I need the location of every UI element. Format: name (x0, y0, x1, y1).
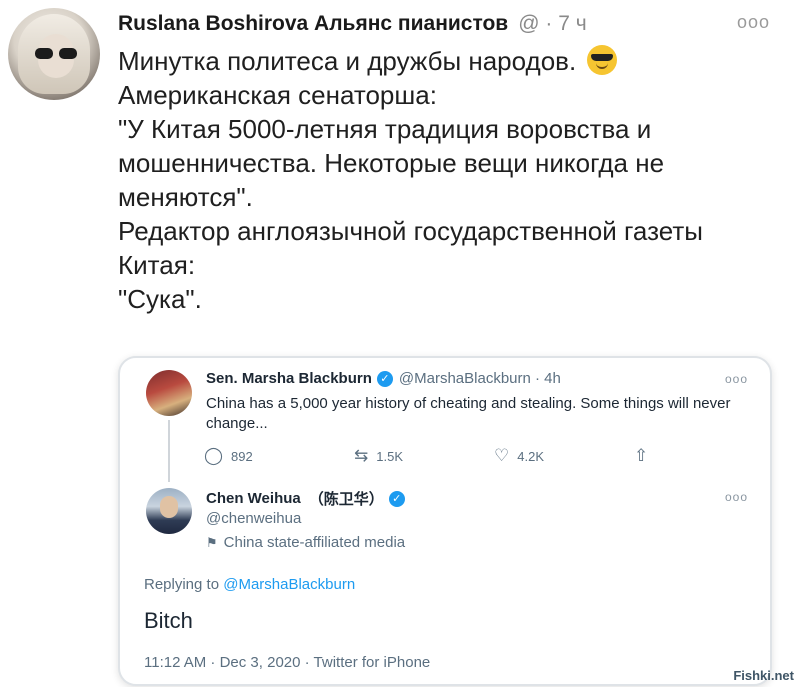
share-action: ⇧ (634, 446, 656, 466)
tweet1-more-icon: ooo (724, 372, 748, 386)
tweet2-text: Bitch (144, 608, 193, 633)
tweet1-name: Sen. Marsha Blackburn (206, 370, 372, 387)
tweet2-header: Chen Weihua （陈卫华） ✓ (206, 488, 405, 509)
tweet1-text: China has a 5,000 year history of cheati… (206, 395, 731, 432)
share-icon: ⇧ (634, 446, 649, 465)
retweet-count: 1.5K (376, 448, 403, 464)
podium-icon: ⚑ (206, 534, 218, 550)
replying-prefix: Replying to (144, 576, 224, 593)
chen-weihua-avatar (146, 488, 192, 534)
author-name[interactable]: Ruslana Boshirova Альянс пианистов (118, 12, 508, 36)
more-options-icon[interactable]: ooo (737, 12, 770, 33)
post: Ruslana Boshirova Альянс пианистов @ · 7… (0, 0, 800, 687)
embedded-tweet-screenshot[interactable]: Sen. Marsha Blackburn ✓ @MarshaBlackburn… (118, 356, 772, 686)
avatar-glasses (35, 48, 77, 60)
like-count: 4.2K (517, 448, 544, 464)
post-line: "Сука". (118, 284, 202, 314)
post-line: Американская сенаторша: (118, 80, 437, 110)
author-avatar[interactable] (8, 8, 100, 100)
sunglasses-emoji-icon (587, 45, 618, 75)
tweet2-handle: @chenweihua (206, 510, 302, 527)
retweet-icon: ⇆ (354, 446, 369, 465)
verified-badge-icon: ✓ (388, 490, 405, 507)
reply-count: 892 (231, 448, 253, 464)
post-line: мошенничества. Некоторые вещи никогда не (118, 148, 665, 178)
tweet1-actions: ◯ 892 ⇆ 1.5K ♡ 4.2K ⇧ (204, 446, 664, 470)
tweet2-name-cn: （陈卫华） (308, 491, 384, 508)
tweet2-timestamp: 11:12 AM · Dec 3, 2020 · Twitter for iPh… (144, 654, 431, 671)
post-header: Ruslana Boshirova Альянс пианистов @ · 7… (118, 8, 587, 40)
heart-icon: ♡ (494, 446, 510, 465)
like-action: ♡ 4.2K (494, 446, 544, 466)
tweet2-handle-row: @chenweihua (206, 510, 301, 527)
site-watermark: Fishki.net (733, 668, 794, 683)
post-line: Минутка политеса и дружбы народов. (118, 44, 788, 78)
tweet2-name: Chen Weihua (206, 490, 301, 507)
affiliation-text: China state-affiliated media (223, 534, 406, 551)
replying-to-link: @MarshaBlackburn (223, 576, 356, 593)
post-meta: @ · 7 ч (518, 12, 587, 35)
thread-line (168, 420, 170, 482)
tweet1-header: Sen. Marsha Blackburn ✓ @MarshaBlackburn… (206, 370, 561, 387)
post-text: Минутка политеса и дружбы народов. Амери… (118, 44, 788, 316)
post-line: Редактор англоязычной государственной га… (118, 216, 703, 246)
post-line: меняются". (118, 182, 253, 212)
post-line: Китая: (118, 250, 196, 280)
replying-to: Replying to @MarshaBlackburn (144, 576, 355, 593)
blackburn-avatar (146, 370, 192, 416)
state-affiliated-label: ⚑ China state-affiliated media (206, 534, 405, 551)
reply-icon: ◯ (204, 446, 224, 465)
verified-badge-icon: ✓ (376, 370, 393, 387)
post-line: "У Китая 5000-летняя традиция воровства … (118, 114, 652, 144)
retweet-action: ⇆ 1.5K (354, 446, 403, 466)
tweet1-handle: @MarshaBlackburn · 4h (398, 370, 561, 387)
tweet2-more-icon: ooo (724, 490, 748, 504)
reply-action: ◯ 892 (204, 446, 253, 466)
